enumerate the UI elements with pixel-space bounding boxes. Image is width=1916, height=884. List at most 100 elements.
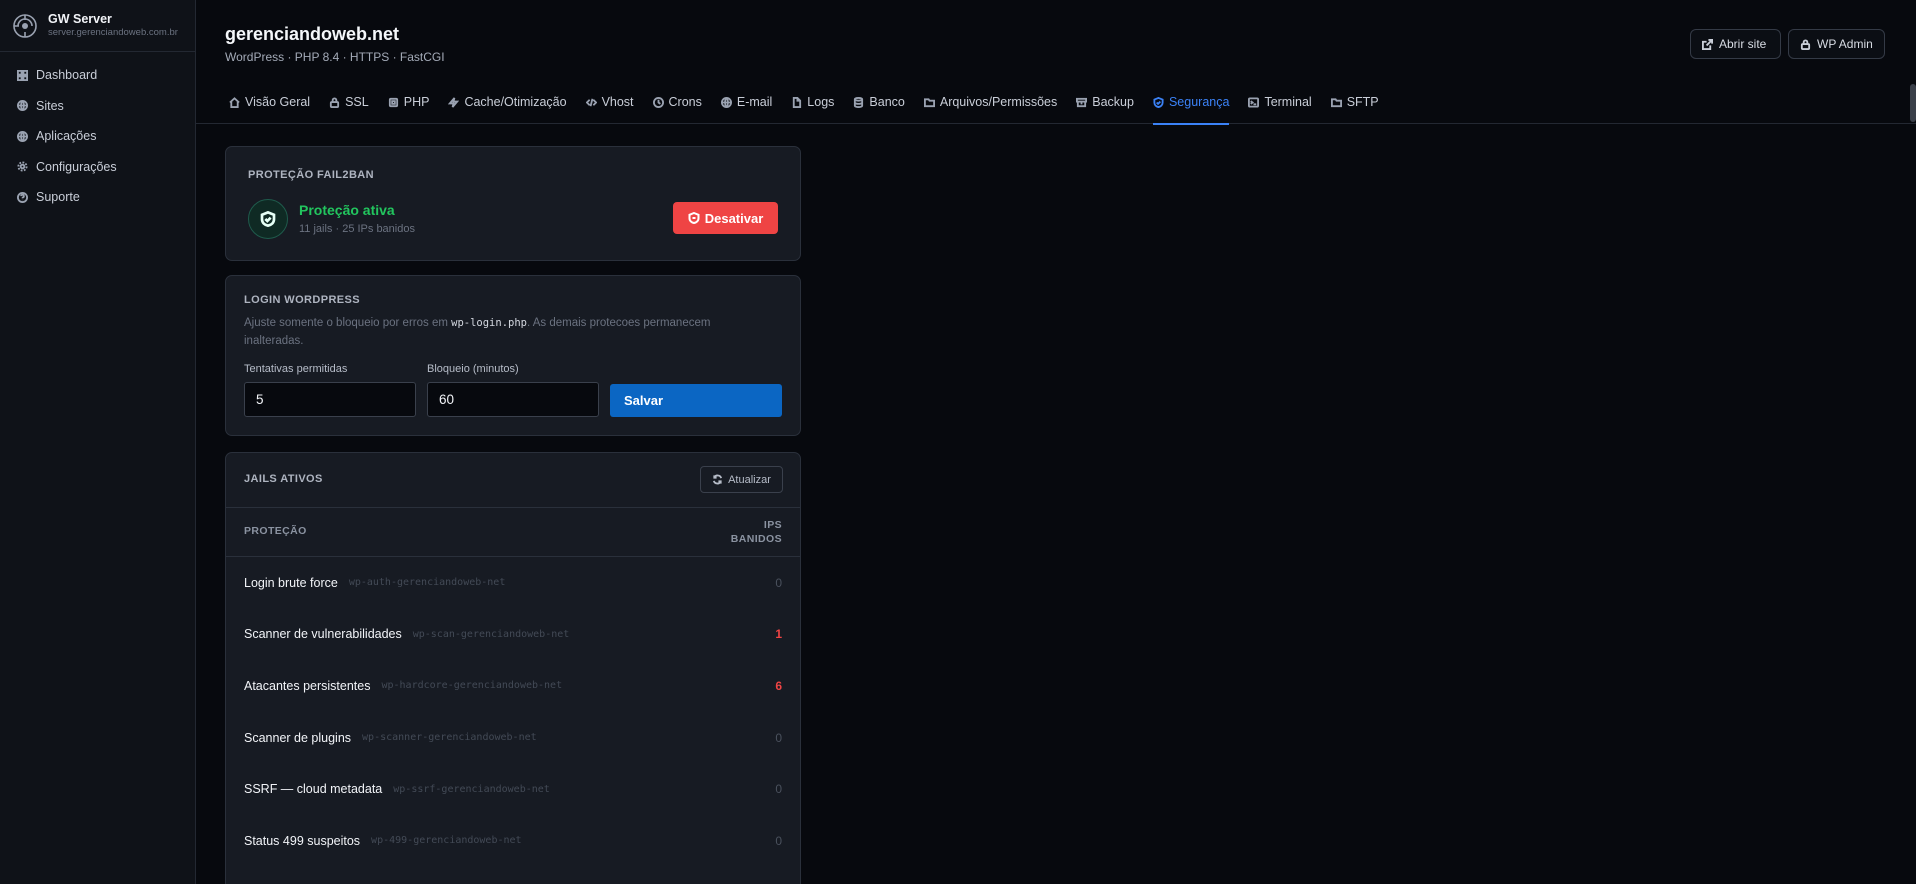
shield-icon <box>688 212 700 224</box>
chip-icon <box>388 97 398 108</box>
external-link-icon <box>1702 38 1713 50</box>
tab-logs[interactable]: Logs <box>791 90 834 124</box>
jail-ip-count: 0 <box>775 730 782 745</box>
brand[interactable]: GW Server server.gerenciandoweb.com.br <box>0 0 195 52</box>
database-icon <box>854 97 864 108</box>
sidebar-item-sites[interactable]: Sites <box>0 91 195 122</box>
table-row: Login brute force wp-auth-gerenciandoweb… <box>226 557 800 609</box>
sidebar-item-aplicacoes[interactable]: Aplicações <box>0 121 195 152</box>
fail2ban-title: PROTEÇÃO FAIL2BAN <box>248 169 374 181</box>
shield-check-icon <box>260 211 276 227</box>
shield-check-icon <box>1153 97 1164 108</box>
folder-icon <box>1330 98 1342 108</box>
tab-ssl[interactable]: SSL <box>329 90 369 124</box>
site-subtitle: WordPress · PHP 8.4 · HTTPS · FastCGI <box>225 50 445 64</box>
tab-backup[interactable]: Backup <box>1076 90 1134 124</box>
gear-icon <box>17 161 28 172</box>
tab-label: SSL <box>345 95 369 109</box>
jail-ip-count: 0 <box>775 782 782 797</box>
block-minutes-label: Bloqueio (minutos) <box>427 363 519 375</box>
save-button[interactable]: Salvar <box>610 384 782 417</box>
login-title: LOGIN WORDPRESS <box>244 294 361 306</box>
page-scrollbar[interactable] <box>1910 84 1916 122</box>
globe-icon <box>17 130 28 142</box>
jail-ip-count: 6 <box>775 678 782 693</box>
login-wordpress-card: LOGIN WORDPRESS Ajuste somente o bloquei… <box>225 275 801 436</box>
tab-label: SFTP <box>1346 95 1379 109</box>
tab-label: Crons <box>668 95 702 109</box>
tab-label: Visão Geral <box>245 95 311 109</box>
tab-label: Terminal <box>1264 95 1312 109</box>
wp-admin-label: WP Admin <box>1817 37 1873 51</box>
col-protection: PROTEÇÃO <box>244 525 307 537</box>
tab-label: Cache/Otimização <box>464 95 567 109</box>
tab-seguranca[interactable]: Segurança <box>1152 90 1230 125</box>
fail2ban-status: Proteção ativa <box>299 202 395 218</box>
tab-email[interactable]: E-mail <box>720 90 772 124</box>
tab-crons[interactable]: Crons <box>652 90 702 124</box>
folder-icon <box>923 98 935 108</box>
file-icon <box>793 97 802 108</box>
fail2ban-card: PROTEÇÃO FAIL2BAN Proteção ativa 11 jail… <box>225 146 801 261</box>
wp-admin-button[interactable]: WP Admin <box>1788 29 1885 59</box>
sidebar-item-dashboard[interactable]: Dashboard <box>0 60 195 91</box>
col-ips-line: BANIDOS <box>730 533 782 545</box>
table-row: Status 499 suspeitos wp-499-gerenciandow… <box>226 815 800 867</box>
sidebar: GW Server server.gerenciandoweb.com.br D… <box>0 0 196 884</box>
jail-id: wp-auth-gerenciandoweb-net <box>348 577 506 589</box>
bolt-icon <box>448 97 460 108</box>
sidebar-item-suporte[interactable]: Suporte <box>0 182 195 213</box>
table-row: Atacantes persistentes wp-hardcore-geren… <box>226 660 800 712</box>
archive-icon <box>1076 97 1088 108</box>
tab-php[interactable]: PHP <box>388 90 429 124</box>
refresh-icon <box>713 474 723 485</box>
attempts-label: Tentativas permitidas <box>244 363 348 375</box>
jail-ip-count: 0 <box>775 833 782 848</box>
col-ips-banned: IPS BANIDOS <box>731 518 782 546</box>
jail-name: Scanner de vulnerabilidades <box>244 627 402 642</box>
jails-table-body: Login brute force wp-auth-gerenciandoweb… <box>226 557 800 867</box>
tab-cache[interactable]: Cache/Otimização <box>448 90 567 124</box>
jails-title: JAILS ATIVOS <box>244 473 323 485</box>
tab-sftp[interactable]: SFTP <box>1330 90 1379 124</box>
jails-card: JAILS ATIVOS Atualizar PROTEÇÃO IPS BANI… <box>225 452 801 884</box>
globe-icon <box>720 97 732 108</box>
fail2ban-meta: 11 jails · 25 IPs banidos <box>299 223 415 235</box>
open-site-button[interactable]: Abrir site <box>1690 29 1781 59</box>
tab-visao-geral[interactable]: Visão Geral <box>229 90 310 124</box>
desc-code: wp-login.php <box>451 317 527 329</box>
jail-name: SSRF — cloud metadata <box>244 782 383 797</box>
jail-name: Status 499 suspeitos <box>244 833 361 848</box>
open-site-label: Abrir site <box>1719 37 1767 51</box>
attempts-input[interactable] <box>244 382 416 417</box>
table-row: Scanner de vulnerabilidades wp-scan-gere… <box>226 609 800 661</box>
refresh-label: Atualizar <box>728 473 771 486</box>
tab-terminal[interactable]: Terminal <box>1248 90 1312 124</box>
refresh-button[interactable]: Atualizar <box>700 466 783 493</box>
block-minutes-input[interactable] <box>427 382 599 417</box>
help-icon <box>17 191 28 203</box>
tab-label: Banco <box>869 95 905 109</box>
jail-name: Scanner de plugins <box>244 730 352 745</box>
tab-vhost[interactable]: Vhost <box>585 90 634 124</box>
tab-label: Backup <box>1092 95 1134 109</box>
jail-id: wp-hardcore-gerenciandoweb-net <box>381 680 563 692</box>
tab-label: Segurança <box>1168 95 1230 109</box>
jail-ip-count: 0 <box>775 575 782 590</box>
page-title: gerenciandoweb.net <box>225 24 400 44</box>
disable-protection-button[interactable]: Desativar <box>673 202 778 234</box>
sidebar-item-configuracoes[interactable]: Configurações <box>0 152 195 183</box>
jail-name: Atacantes persistentes <box>244 678 371 693</box>
col-ips-line: IPS <box>763 519 782 531</box>
code-icon <box>585 98 597 107</box>
jail-name: Login brute force <box>244 575 338 590</box>
tab-banco[interactable]: Banco <box>853 90 905 124</box>
home-icon <box>229 97 240 108</box>
lock-icon <box>330 97 340 108</box>
tab-arquivos[interactable]: Arquivos/Permissões <box>923 90 1057 124</box>
tab-label: Vhost <box>601 95 634 109</box>
sidebar-item-label: Sites <box>36 98 64 113</box>
desc-text: Ajuste somente o bloqueio por erros em <box>244 317 452 329</box>
disable-label: Desativar <box>704 210 764 226</box>
tab-label: Logs <box>807 95 835 109</box>
